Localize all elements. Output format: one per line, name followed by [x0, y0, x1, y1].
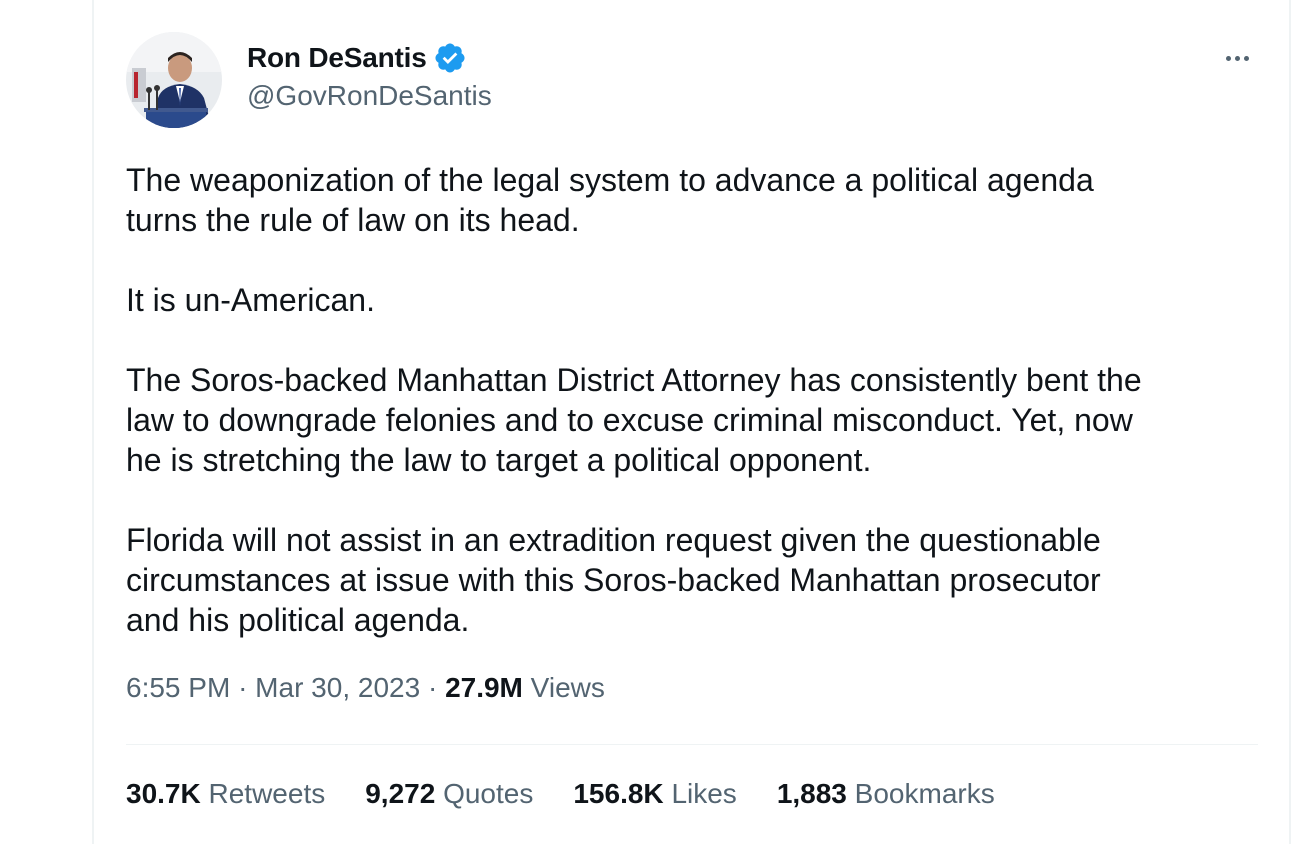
avatar-photo — [126, 32, 222, 128]
views-label: Views — [530, 672, 605, 703]
more-horizontal-icon — [1243, 55, 1249, 61]
engagement-stats: 30.7K Retweets 9,272 Quotes 156.8K Likes… — [126, 778, 1035, 810]
tweet-meta: 6:55 PM · Mar 30, 2023 · 27.9M Views — [126, 672, 605, 704]
quotes-label: Quotes — [443, 778, 534, 809]
meta-separator: · — [427, 672, 438, 703]
retweets-stat[interactable]: 30.7K Retweets — [126, 778, 325, 810]
timeline-left-border — [92, 0, 94, 844]
timeline-right-border — [1289, 0, 1291, 844]
tweet-paragraph: Florida will not assist in an extraditio… — [126, 522, 1101, 638]
avatar[interactable] — [126, 32, 222, 128]
author-handle[interactable]: @GovRonDeSantis — [247, 80, 492, 112]
retweets-label: Retweets — [208, 778, 326, 809]
more-horizontal-icon — [1234, 55, 1240, 61]
bookmarks-label: Bookmarks — [854, 778, 995, 809]
divider — [126, 744, 1258, 745]
retweets-count: 30.7K — [126, 778, 201, 809]
meta-separator: · — [238, 672, 248, 703]
tweet-text: The weaponization of the legal system to… — [126, 160, 1276, 640]
verified-badge-icon[interactable] — [433, 41, 467, 75]
tweet-time: 6:55 PM — [126, 672, 231, 703]
author-display-name[interactable]: Ron DeSantis — [247, 42, 427, 74]
author-name-row: Ron DeSantis — [247, 38, 467, 78]
views-count: 27.9M — [445, 672, 523, 703]
quotes-stat[interactable]: 9,272 Quotes — [365, 778, 533, 810]
tweet-date: Mar 30, 2023 — [255, 672, 421, 703]
views-link[interactable]: 27.9M Views — [445, 672, 605, 703]
likes-count: 156.8K — [573, 778, 664, 809]
more-horizontal-icon — [1225, 55, 1231, 61]
tweet-timestamp-link[interactable]: 6:55 PM · Mar 30, 2023 — [126, 672, 420, 703]
likes-label: Likes — [671, 778, 737, 809]
bookmarks-count: 1,883 — [776, 778, 847, 809]
more-options-button[interactable] — [1219, 44, 1255, 72]
quotes-count: 9,272 — [365, 778, 436, 809]
likes-stat[interactable]: 156.8K Likes — [573, 778, 736, 810]
bookmarks-stat[interactable]: 1,883 Bookmarks — [777, 778, 995, 810]
tweet-paragraph: It is un-American. — [126, 282, 375, 318]
tweet-paragraph: The weaponization of the legal system to… — [126, 162, 1094, 238]
tweet-paragraph: The Soros-backed Manhattan District Atto… — [126, 362, 1142, 478]
